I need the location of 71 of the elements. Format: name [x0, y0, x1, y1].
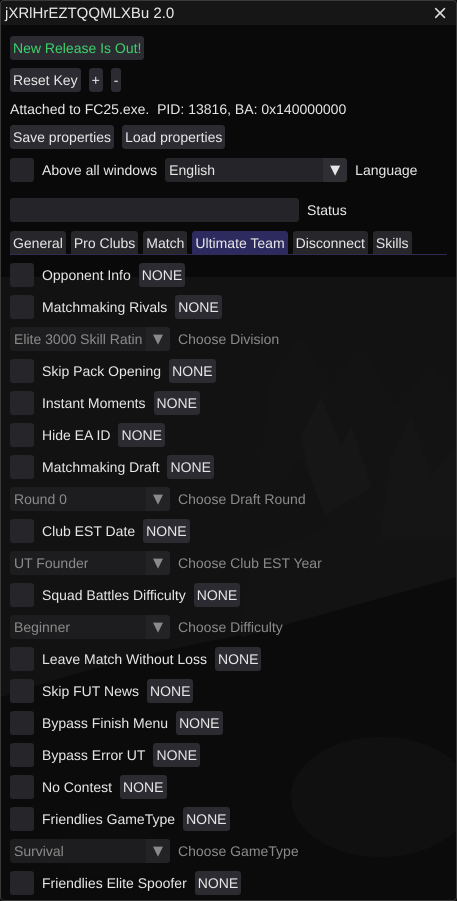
checkbox[interactable]	[10, 679, 34, 703]
tab[interactable]: Pro Clubs	[70, 231, 138, 254]
status-label: Status	[307, 202, 347, 218]
option-label: Friendlies Elite Spoofer	[42, 875, 187, 891]
option-label: Instant Moments	[42, 395, 146, 411]
window-title: jXRlHrEZTQQMLXBu 2.0	[5, 4, 174, 22]
checkbox[interactable]	[10, 647, 34, 671]
option-label: Bypass Error UT	[42, 747, 146, 763]
language-label: Language	[355, 162, 418, 178]
hotkey-button[interactable]: NONE	[176, 711, 223, 735]
checkbox[interactable]	[10, 807, 34, 831]
dropdown-label: Choose Draft Round	[178, 491, 306, 507]
checkbox[interactable]	[10, 583, 34, 607]
checkbox[interactable]	[10, 871, 34, 895]
option-label: Opponent Info	[42, 267, 131, 283]
hotkey-button[interactable]: NONE	[153, 743, 200, 767]
hotkey-button[interactable]: NONE	[146, 679, 194, 703]
tab[interactable]: Disconnect	[292, 231, 368, 254]
option-label: Matchmaking Draft	[42, 459, 160, 475]
option-label: Skip FUT News	[42, 683, 139, 699]
close-button[interactable]: ×	[428, 4, 452, 22]
dropdown-label: Choose Club EST Year	[178, 555, 322, 571]
hotkey-button[interactable]: NONE	[118, 423, 165, 447]
option-label: Hide EA ID	[42, 427, 110, 443]
checkbox[interactable]	[10, 711, 34, 735]
option-label: Leave Match Without Loss	[42, 651, 207, 667]
option-label: Bypass Finish Menu	[42, 715, 168, 731]
hotkey-button[interactable]: NONE	[214, 647, 262, 671]
option-label: Squad Battles Difficulty	[42, 587, 186, 603]
hotkey-button[interactable]: NONE	[169, 359, 216, 383]
checkbox[interactable]	[10, 423, 34, 447]
checkbox[interactable]	[10, 263, 34, 287]
tab[interactable]: Match	[143, 231, 188, 254]
hotkey-button[interactable]: NONE	[120, 775, 166, 799]
hotkey-button[interactable]: NONE	[154, 391, 200, 415]
dropdown-label: Choose Division	[178, 331, 280, 347]
reset-key-button[interactable]: Reset Key	[10, 68, 81, 92]
tab[interactable]: Skills	[372, 231, 412, 254]
checkbox[interactable]	[10, 775, 34, 799]
checkbox[interactable]	[10, 158, 34, 182]
hotkey-button[interactable]: NONE	[138, 263, 186, 287]
tab[interactable]: General	[10, 231, 66, 254]
option-label: Friendlies GameType	[42, 811, 176, 827]
checkbox[interactable]	[10, 359, 34, 383]
option-label: No Contest	[42, 779, 112, 795]
option-label: Skip Pack Opening	[42, 363, 162, 379]
hotkey-button[interactable]: NONE	[175, 295, 222, 319]
option-label: Club EST Date	[42, 523, 136, 539]
load-properties-button[interactable]: Load properties	[122, 125, 226, 149]
checkbox[interactable]	[10, 295, 34, 319]
hotkey-button[interactable]: NONE	[143, 519, 190, 543]
checkbox[interactable]	[10, 743, 34, 767]
dropdown[interactable]: English ▼	[165, 158, 348, 182]
status-field[interactable]	[10, 198, 299, 222]
hotkey-button[interactable]: NONE	[183, 807, 230, 831]
dropdown-label: Choose GameType	[178, 843, 299, 859]
release-button[interactable]: New Release Is Out!	[10, 36, 144, 60]
hotkey-button[interactable]: NONE	[194, 871, 242, 895]
minus-button[interactable]: -	[110, 68, 122, 92]
attached-status-text: Attached to FC25.exe. PID: 13816, BA: 0x140000000	[10, 100, 346, 116]
hotkey-button[interactable]: NONE	[194, 583, 240, 607]
option-label: Matchmaking Rivals	[42, 299, 168, 315]
checkbox[interactable]	[10, 519, 34, 543]
tab[interactable]: Ultimate Team	[192, 231, 288, 254]
save-properties-button[interactable]: Save properties	[10, 125, 114, 149]
checkbox[interactable]	[10, 455, 34, 479]
dropdown-label: Choose Difficulty	[178, 619, 283, 635]
hotkey-button[interactable]: NONE	[167, 455, 214, 479]
checkbox[interactable]	[10, 391, 34, 415]
checkbox-label: Above all windows	[42, 162, 158, 178]
plus-button[interactable]: +	[88, 68, 103, 92]
